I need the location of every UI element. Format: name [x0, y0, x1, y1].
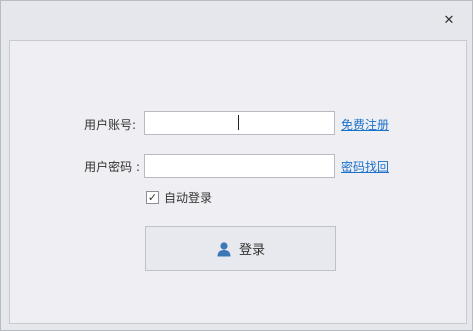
password-label: 用户密码 :: [84, 160, 140, 174]
username-input[interactable]: [144, 111, 335, 135]
login-button[interactable]: 登录: [145, 226, 336, 271]
login-panel: 用户账号: 免费注册 用户密码 : 密码找回 ✓ 自动登录 登录: [9, 40, 467, 324]
close-icon: ✕: [443, 12, 455, 28]
recover-password-link[interactable]: 密码找回: [341, 158, 389, 175]
user-icon: [217, 241, 231, 256]
auto-login-checkbox[interactable]: ✓ 自动登录: [146, 189, 212, 206]
auto-login-label: 自动登录: [164, 191, 213, 205]
title-bar: ✕: [1, 1, 472, 39]
text-caret: [238, 115, 239, 130]
close-button[interactable]: ✕: [440, 11, 458, 29]
password-input[interactable]: [144, 154, 335, 178]
register-link[interactable]: 免费注册: [341, 116, 389, 133]
login-window: ✕ 用户账号: 免费注册 用户密码 : 密码找回 ✓ 自动登录 登录: [0, 0, 473, 331]
username-label: 用户账号:: [83, 118, 136, 132]
checkmark-icon[interactable]: ✓: [146, 191, 159, 204]
login-button-label: 登录: [238, 243, 265, 258]
